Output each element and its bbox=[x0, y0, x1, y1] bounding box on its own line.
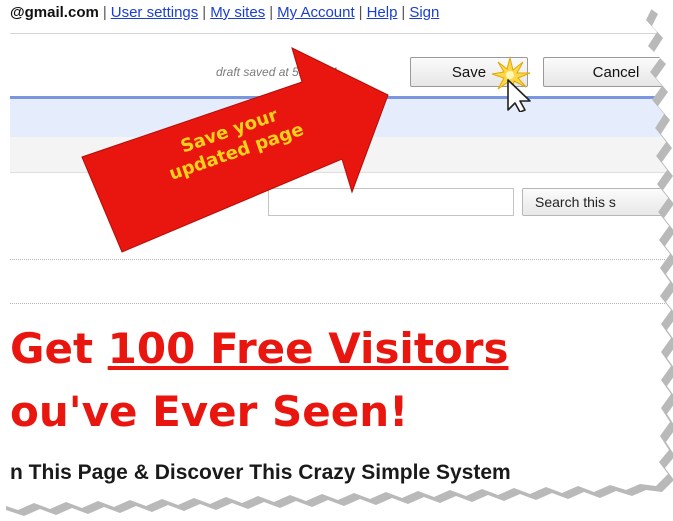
section-divider bbox=[10, 259, 673, 260]
my-account-link[interactable]: My Account bbox=[277, 4, 355, 21]
page-headline-line1: Get 100 Free Visitors bbox=[10, 326, 508, 372]
formatting-toolbar bbox=[10, 137, 673, 173]
page-subheadline: n This Page & Discover This Crazy Simple… bbox=[10, 461, 511, 484]
cancel-button[interactable]: Cancel bbox=[543, 57, 663, 87]
search-input[interactable] bbox=[268, 188, 514, 216]
separator: | bbox=[358, 4, 363, 21]
my-sites-link[interactable]: My sites bbox=[210, 4, 265, 21]
separator: | bbox=[269, 4, 274, 21]
account-link-bar: @gmail.com | User settings | My sites | My Acc… bbox=[10, 4, 439, 28]
user-settings-link[interactable]: User settings bbox=[111, 4, 199, 21]
editor-toolbar bbox=[10, 99, 673, 137]
headline-prefix: Get bbox=[10, 324, 108, 373]
separator: | bbox=[202, 4, 207, 21]
sites-editor-screenshot: @gmail.com | User settings | My sites | My Acc… bbox=[0, 0, 673, 521]
screenshot-stage: @gmail.com | User settings | My sites | My Acc… bbox=[0, 0, 673, 521]
separator: | bbox=[102, 4, 107, 21]
mouse-pointer-icon bbox=[491, 56, 531, 112]
sign-out-link[interactable]: Sign bbox=[409, 4, 439, 21]
draft-status: draft saved at 5:44 PM bbox=[216, 65, 337, 79]
help-link[interactable]: Help bbox=[367, 4, 398, 21]
section-divider bbox=[10, 303, 673, 304]
separator: | bbox=[401, 4, 406, 21]
header-divider bbox=[10, 33, 673, 34]
page-headline-line2: ou've Ever Seen! bbox=[10, 387, 409, 436]
user-email: @gmail.com bbox=[10, 4, 99, 21]
search-site-button[interactable]: Search this s bbox=[522, 188, 673, 216]
headline-link[interactable]: 100 Free Visitors bbox=[108, 324, 509, 373]
